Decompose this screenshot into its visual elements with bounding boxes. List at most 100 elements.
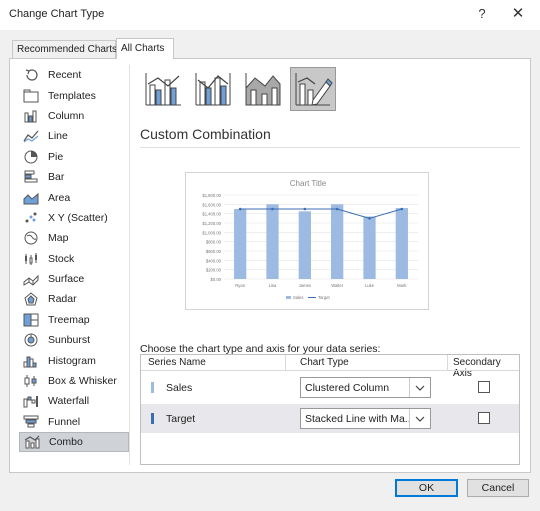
sidebar-item-recent[interactable]: Recent — [19, 65, 129, 85]
cancel-button[interactable]: Cancel — [467, 479, 529, 497]
sidebar-item-combo[interactable]: Combo — [19, 432, 129, 453]
chart-category-list: Recent Templates Column Line Pie Bar Area X Y (… — [19, 65, 129, 453]
sidebar-item-label: Radar — [48, 293, 77, 306]
sidebar-item-label: Bar — [48, 171, 65, 184]
sunburst-chart-icon — [23, 333, 39, 347]
sidebar-item-label: Column — [48, 109, 85, 122]
legend-label-sales: Sales — [293, 295, 303, 300]
waterfall-chart-icon — [23, 394, 39, 408]
sidebar-item-label: X Y (Scatter) — [48, 211, 108, 224]
sidebar-item-stock[interactable]: Stock — [19, 249, 129, 269]
point-target-luke — [368, 217, 371, 220]
header-chart-type: Chart Type — [300, 357, 349, 368]
y-tick-label: $1,600.00 — [202, 202, 221, 207]
sidebar-item-label: Stock — [48, 252, 75, 265]
sidebar-item-waterfall[interactable]: Waterfall — [19, 391, 129, 411]
divider — [140, 147, 520, 148]
sidebar-item-column[interactable]: Column — [19, 106, 129, 126]
y-tick-label: $800.00 — [206, 240, 222, 245]
chart-title: Chart Title — [290, 179, 327, 188]
chart-preview: Chart Title $0.00 $200.00 $400.00 $600.00 $8… — [185, 172, 429, 310]
clustered-column-line-icon — [145, 73, 181, 106]
ok-button[interactable]: OK — [395, 479, 458, 497]
point-target-lisa — [271, 207, 274, 211]
series-name: Target — [166, 413, 196, 425]
chart-type-dropdown[interactable]: Stacked Line with Ma... — [300, 408, 431, 429]
sidebar-item-label: Recent — [48, 69, 82, 82]
tab-all-charts[interactable]: All Charts — [116, 38, 174, 59]
legend-swatch-sales — [286, 296, 291, 299]
sidebar-item-surface[interactable]: Surface — [19, 269, 129, 289]
sidebar-item-label: Surface — [48, 273, 85, 286]
chart-type-dropdown[interactable]: Clustered Column — [300, 377, 431, 398]
point-target-james — [303, 207, 307, 211]
sidebar-item-label: Map — [48, 232, 69, 245]
close-button[interactable]: ✕ — [511, 4, 525, 22]
sidebar-item-box-whisker[interactable]: Box & Whisker — [19, 371, 129, 391]
clustered-column-line-secondary-axis-icon — [195, 73, 231, 106]
header-separator — [447, 355, 448, 370]
tab-recommended-charts[interactable]: Recommended Charts — [12, 40, 117, 58]
x-tick-label: Luke — [365, 283, 375, 288]
sidebar-item-pie[interactable]: Pie — [19, 147, 129, 167]
recent-icon — [23, 68, 39, 82]
y-tick-label: $1,200.00 — [202, 221, 221, 226]
area-chart-icon — [23, 191, 39, 205]
x-tick-label: James — [299, 283, 311, 288]
series-row-sales: Sales Clustered Column — [141, 373, 519, 402]
series-color-swatch — [151, 413, 154, 424]
sidebar-item-line[interactable]: Line — [19, 126, 129, 146]
bar-sales-lisa — [266, 204, 279, 279]
x-tick-label: Ryan — [235, 283, 245, 288]
sidebar-item-x-y-scatter[interactable]: X Y (Scatter) — [19, 208, 129, 228]
y-tick-label: $400.00 — [206, 258, 222, 263]
subtype-clustered-column-line-secondary[interactable] — [190, 67, 236, 111]
sidebar-item-label: Waterfall — [48, 395, 90, 408]
secondary-axis-checkbox[interactable] — [478, 381, 490, 393]
sidebar-item-funnel[interactable]: Funnel — [19, 412, 129, 432]
header-divider — [141, 370, 519, 371]
bar-sales-ryan — [234, 209, 247, 279]
series-table: Series Name Chart Type Secondary Axis Sa… — [140, 354, 520, 465]
divider — [129, 65, 130, 465]
dialog-title: Change Chart Type — [9, 8, 105, 20]
stock-chart-icon — [23, 252, 39, 266]
sidebar-item-histogram[interactable]: Histogram — [19, 350, 129, 370]
sidebar-item-label: Line — [48, 130, 68, 143]
sidebar-item-radar[interactable]: Radar — [19, 289, 129, 309]
legend-label-target: Target — [318, 295, 330, 300]
pie-chart-icon — [23, 150, 39, 164]
bar-chart-icon — [23, 170, 39, 184]
sidebar-item-area[interactable]: Area — [19, 187, 129, 207]
radar-chart-icon — [23, 292, 39, 306]
sidebar-item-label: Box & Whisker — [48, 375, 117, 388]
scatter-chart-icon — [23, 211, 39, 225]
histogram-chart-icon — [23, 354, 39, 368]
secondary-axis-checkbox[interactable] — [478, 412, 490, 424]
column-chart-icon — [23, 109, 39, 123]
sidebar-item-bar[interactable]: Bar — [19, 167, 129, 187]
chevron-down-icon[interactable] — [409, 409, 430, 428]
sidebar-item-templates[interactable]: Templates — [19, 85, 129, 105]
line-chart-icon — [23, 129, 39, 143]
subtype-stacked-area-clustered-column[interactable] — [240, 67, 286, 111]
series-name: Sales — [166, 382, 193, 394]
subtype-clustered-column-line[interactable] — [140, 67, 186, 111]
help-button[interactable]: ? — [476, 6, 488, 21]
chart-type-value: Clustered Column — [305, 382, 390, 394]
sidebar-item-treemap[interactable]: Treemap — [19, 310, 129, 330]
box-whisker-chart-icon — [23, 374, 39, 388]
sidebar-item-label: Funnel — [48, 415, 81, 428]
bar-sales-luke — [363, 216, 376, 279]
subtype-custom-combination[interactable] — [290, 67, 336, 111]
sidebar-item-label: Combo — [49, 436, 83, 449]
sidebar-item-map[interactable]: Map — [19, 228, 129, 248]
series-color-swatch — [151, 382, 154, 393]
bar-sales-james — [298, 211, 311, 279]
bar-sales-mark — [395, 208, 408, 279]
sidebar-item-sunburst[interactable]: Sunburst — [19, 330, 129, 350]
chevron-down-icon[interactable] — [409, 378, 430, 397]
treemap-chart-icon — [23, 313, 39, 327]
custom-combination-icon — [295, 73, 333, 106]
folder-icon — [23, 89, 39, 103]
